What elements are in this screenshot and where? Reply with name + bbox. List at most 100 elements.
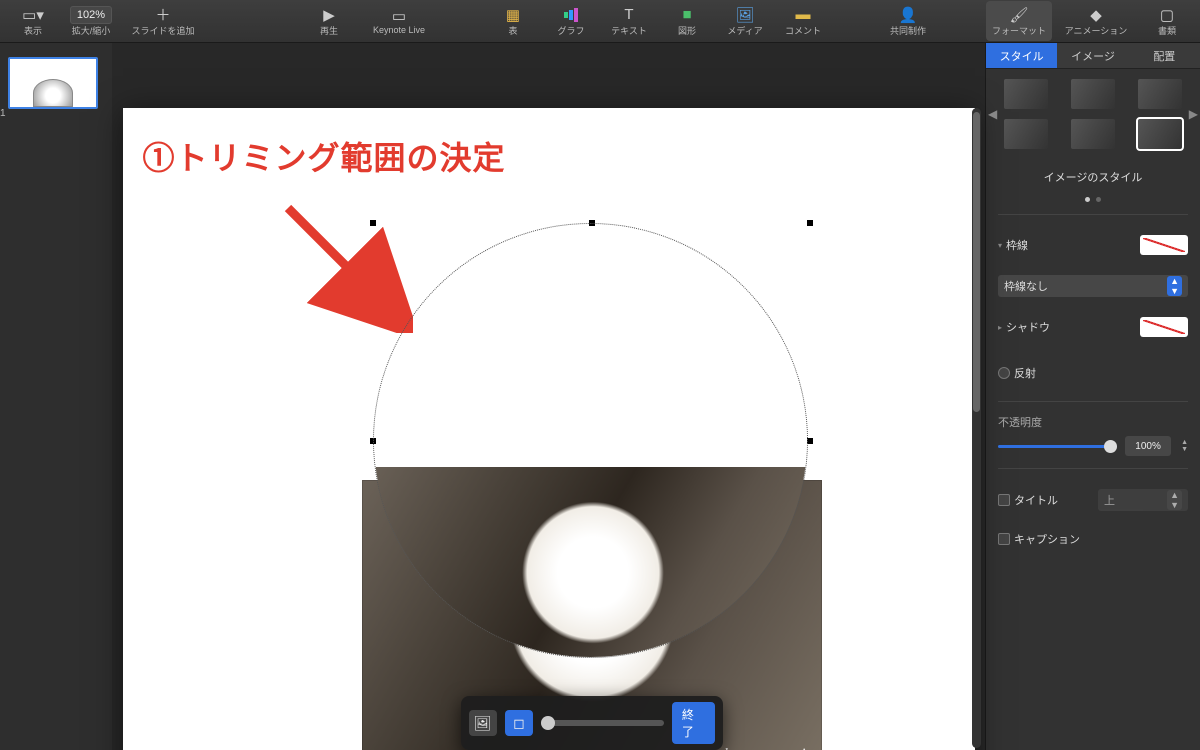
format-inspector: スタイル イメージ 配置 ◀ ▶ イメージのスタイル	[985, 43, 1200, 750]
image-style-grid	[998, 79, 1188, 149]
animate-icon: ◆	[1090, 6, 1102, 24]
keynote-live-label: Keynote Live	[373, 25, 425, 35]
comment-label: コメント	[785, 24, 821, 37]
text-label: テキスト	[611, 24, 647, 37]
chart-icon	[564, 6, 578, 24]
format-button[interactable]: 🖌 フォーマット	[986, 1, 1052, 41]
mask-image-mode-button[interactable]: 🖼	[468, 710, 496, 736]
select-stepper-icon: ▲▼	[1167, 490, 1182, 510]
style-preset[interactable]	[1004, 119, 1048, 149]
view-label: 表示	[24, 24, 42, 37]
main-area: 1 ①トリミング範囲の決定 photoroamer.jp	[0, 43, 1200, 750]
keynote-live-button[interactable]: ▭ Keynote Live	[360, 1, 438, 41]
keynote-live-icon: ▭	[392, 7, 406, 25]
style-preset[interactable]	[1138, 79, 1182, 109]
media-button[interactable]: 🖼 メディア	[718, 1, 772, 41]
chevron-right-icon[interactable]: ▸	[998, 323, 1002, 332]
canvas-scrollbar[interactable]	[972, 108, 981, 748]
slide-navigator: 1	[0, 43, 112, 750]
thumbnail-preview	[33, 79, 73, 107]
mask-zoom-slider[interactable]	[541, 720, 664, 726]
text-button[interactable]: T テキスト	[602, 1, 656, 41]
document-button[interactable]: ▢ 書類	[1140, 1, 1194, 41]
scrollbar-thumb[interactable]	[973, 112, 980, 412]
crop-mask-outline[interactable]	[373, 223, 808, 658]
shadow-swatch[interactable]	[1140, 317, 1188, 337]
style-preset[interactable]	[1071, 119, 1115, 149]
caption-row: キャプション	[998, 531, 1188, 555]
title-position-select[interactable]: 上 ▲▼	[1098, 489, 1188, 511]
play-icon: ▶	[323, 6, 335, 24]
annotation-text: ①トリミング範囲の決定	[143, 133, 506, 179]
title-row: タイトル 上 ▲▼	[998, 481, 1188, 519]
style-caption: イメージのスタイル	[998, 169, 1188, 185]
style-preset[interactable]	[1071, 79, 1115, 109]
zoom-value-box: 102%	[70, 6, 112, 24]
format-icon: 🖌	[1009, 6, 1028, 24]
opacity-section: 不透明度 100% ▲▼	[998, 414, 1188, 456]
style-preset[interactable]	[1004, 79, 1048, 109]
chart-button[interactable]: グラフ	[544, 1, 598, 41]
pager-dot[interactable]	[1096, 197, 1101, 202]
play-label: 再生	[320, 24, 338, 37]
plus-icon: ＋	[155, 6, 170, 24]
image-icon: 🖼	[474, 715, 492, 732]
style-preset-selected[interactable]	[1138, 119, 1182, 149]
slide-thumbnail-1[interactable]: 1	[8, 57, 98, 109]
shape-button[interactable]: ■ 図形	[660, 1, 714, 41]
crop-handle[interactable]	[370, 220, 376, 226]
style-next-icon[interactable]: ▶	[1189, 107, 1198, 121]
border-label: 枠線	[1006, 237, 1028, 253]
border-select-value: 枠線なし	[1004, 278, 1048, 294]
border-row: ▾ 枠線	[998, 227, 1188, 263]
play-button[interactable]: ▶ 再生	[302, 1, 356, 41]
media-icon: 🖼	[735, 6, 754, 24]
top-toolbar: ▭▾ 表示 102% 拡大/縮小 ＋ スライドを追加 ▶ 再生 ▭ Keynot…	[0, 0, 1200, 43]
title-label: タイトル	[1014, 492, 1058, 508]
reflection-row: 反射	[998, 357, 1188, 389]
slide-canvas[interactable]: ①トリミング範囲の決定 photoroamer.jp 🖼 ◻	[123, 108, 975, 750]
style-pager	[998, 197, 1188, 202]
add-slide-button[interactable]: ＋ スライドを追加	[122, 1, 204, 41]
annotation-arrow	[273, 193, 413, 333]
table-label: 表	[508, 24, 517, 37]
collaborate-button[interactable]: 👤 共同制作	[878, 1, 938, 41]
mask-crop-mode-button[interactable]: ◻	[505, 710, 533, 736]
comment-icon: ▬	[796, 6, 811, 24]
opacity-slider[interactable]	[998, 445, 1117, 448]
opacity-stepper[interactable]: ▲▼	[1179, 439, 1188, 453]
caption-checkbox[interactable]	[998, 533, 1010, 545]
media-label: メディア	[727, 24, 762, 37]
add-slide-label: スライドを追加	[131, 24, 194, 37]
shadow-row: ▸ シャドウ	[998, 309, 1188, 345]
format-label: フォーマット	[992, 24, 1046, 37]
crop-handle[interactable]	[807, 220, 813, 226]
table-button[interactable]: ▦ 表	[486, 1, 540, 41]
animate-button[interactable]: ◆ アニメーション	[1056, 1, 1136, 41]
comment-button[interactable]: ▬ コメント	[776, 1, 830, 41]
shadow-label: シャドウ	[1006, 319, 1050, 335]
border-color-swatch[interactable]	[1140, 235, 1188, 255]
border-style-select[interactable]: 枠線なし ▲▼	[998, 275, 1188, 297]
opacity-value[interactable]: 100%	[1125, 436, 1171, 456]
chevron-down-icon[interactable]: ▾	[998, 241, 1002, 250]
tab-image[interactable]: イメージ	[1057, 43, 1128, 68]
animate-label: アニメーション	[1065, 24, 1128, 37]
view-menu-button[interactable]: ▭▾ 表示	[6, 1, 60, 41]
pager-dot[interactable]	[1085, 197, 1090, 202]
title-checkbox[interactable]	[998, 494, 1010, 506]
thumbnail-index: 1	[0, 108, 6, 119]
tab-style[interactable]: スタイル	[986, 43, 1057, 68]
opacity-slider-knob[interactable]	[1104, 440, 1117, 453]
style-prev-icon[interactable]: ◀	[988, 107, 997, 121]
mask-done-button[interactable]: 終了	[672, 702, 715, 744]
chart-label: グラフ	[557, 24, 584, 37]
mask-zoom-knob[interactable]	[541, 716, 555, 730]
shape-icon: ■	[682, 6, 691, 24]
collaborate-label: 共同制作	[890, 24, 926, 37]
reflection-checkbox[interactable]	[998, 367, 1010, 379]
collaborate-icon: 👤	[899, 6, 918, 24]
zoom-button[interactable]: 102% 拡大/縮小	[64, 1, 118, 41]
tab-arrange[interactable]: 配置	[1129, 43, 1200, 68]
zoom-value: 102%	[70, 6, 112, 24]
